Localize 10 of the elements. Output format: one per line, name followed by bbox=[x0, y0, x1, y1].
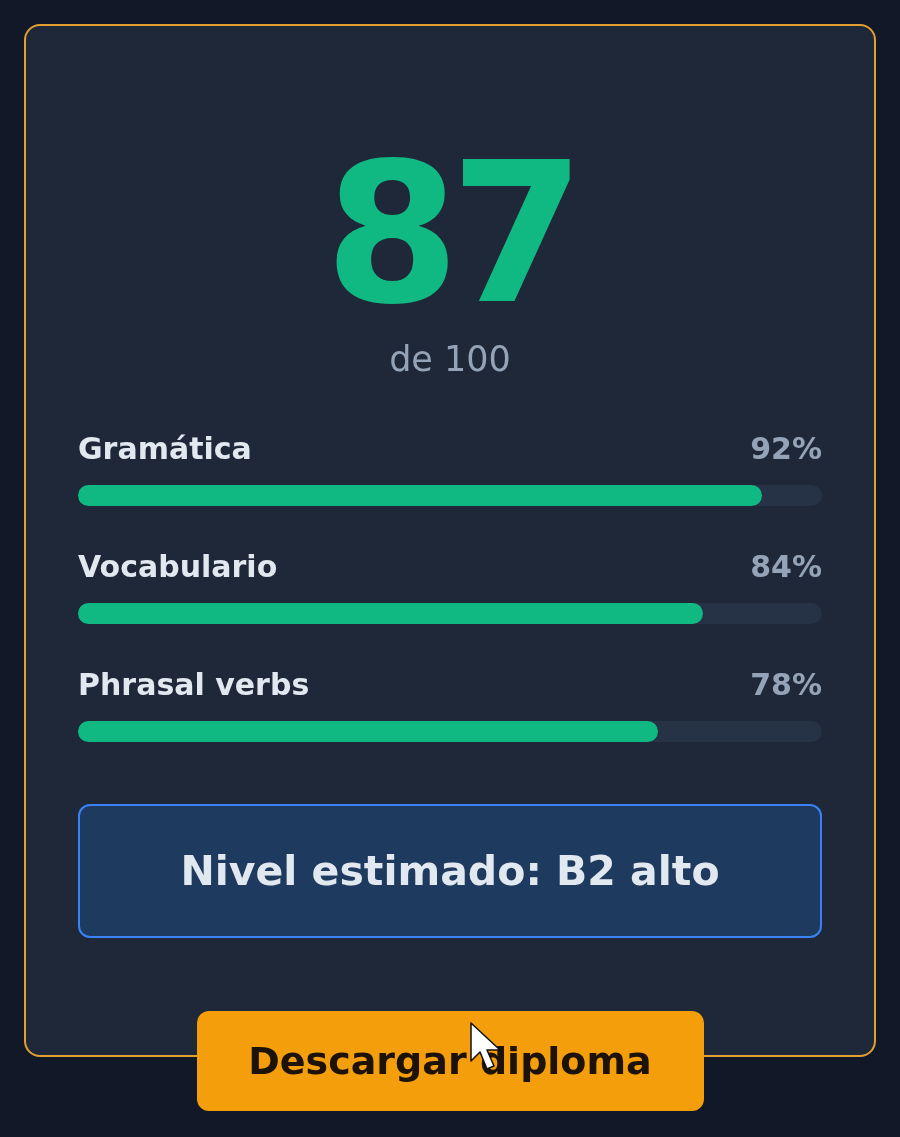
skill-percent: 92% bbox=[750, 431, 822, 467]
download-button[interactable]: Descargar diploma bbox=[196, 1011, 704, 1111]
skill-name: Gramática bbox=[78, 431, 252, 467]
score-caption: de 100 bbox=[389, 338, 511, 380]
level-banner: Nivel estimado: B2 alto bbox=[78, 804, 822, 938]
skill-name: Vocabulario bbox=[78, 549, 278, 585]
score-value: 87 bbox=[324, 138, 576, 330]
skill-percent: 78% bbox=[750, 667, 822, 703]
skill-percent: 84% bbox=[750, 549, 822, 585]
skill-name: Phrasal verbs bbox=[78, 667, 310, 703]
